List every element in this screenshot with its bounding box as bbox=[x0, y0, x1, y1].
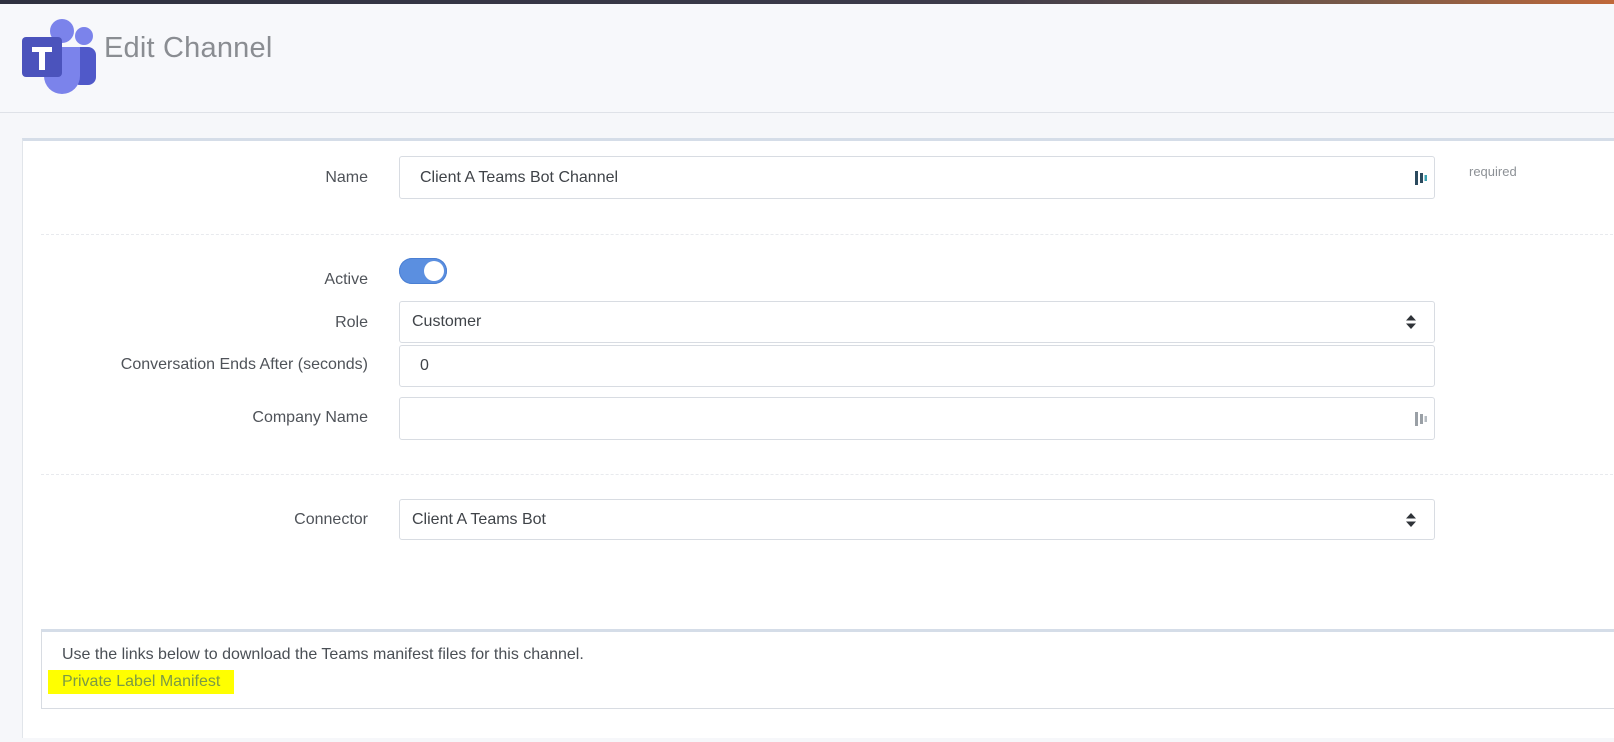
manifest-notice: Use the links below to download the Team… bbox=[41, 629, 1614, 709]
private-label-manifest-link[interactable]: Private Label Manifest bbox=[48, 670, 235, 694]
role-label: Role bbox=[335, 314, 368, 331]
company-name-label: Company Name bbox=[252, 409, 368, 426]
section-divider bbox=[41, 474, 1614, 475]
name-input[interactable]: Client A Teams Bot Channel bbox=[399, 156, 1435, 199]
name-value: Client A Teams Bot Channel bbox=[420, 168, 619, 186]
name-required-hint: required bbox=[1469, 164, 1517, 179]
channel-form-card: Name Client A Teams Bot Channel required… bbox=[22, 138, 1614, 738]
lastpass-icon[interactable] bbox=[1414, 410, 1428, 428]
section-divider bbox=[41, 234, 1614, 235]
role-selected-value: Customer bbox=[412, 313, 482, 330]
page-header: Edit Channel bbox=[0, 4, 1614, 113]
manifest-description: Use the links below to download the Team… bbox=[62, 646, 584, 663]
conversation-ends-label: Conversation Ends After (seconds) bbox=[120, 356, 368, 373]
name-label: Name bbox=[325, 169, 368, 186]
microsoft-teams-logo bbox=[22, 19, 96, 94]
toggle-knob bbox=[424, 261, 444, 281]
company-name-input[interactable] bbox=[399, 397, 1435, 440]
connector-select[interactable]: Client A Teams Bot bbox=[399, 499, 1435, 540]
conversation-ends-value: 0 bbox=[420, 357, 429, 374]
conversation-ends-input[interactable]: 0 bbox=[399, 345, 1435, 387]
select-arrows-icon bbox=[1406, 512, 1416, 527]
role-select[interactable]: Customer bbox=[399, 301, 1435, 343]
page-title: Edit Channel bbox=[104, 32, 273, 64]
connector-label: Connector bbox=[294, 511, 368, 528]
active-toggle[interactable] bbox=[399, 258, 447, 284]
lastpass-icon[interactable] bbox=[1414, 169, 1428, 187]
active-label: Active bbox=[324, 271, 368, 288]
connector-selected-value: Client A Teams Bot bbox=[412, 510, 546, 528]
select-arrows-icon bbox=[1406, 315, 1416, 329]
